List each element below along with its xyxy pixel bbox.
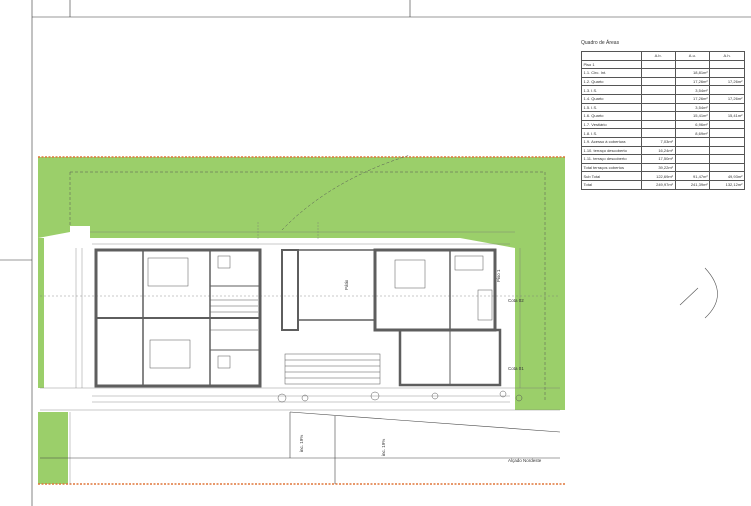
area-value-cell	[709, 59, 745, 70]
table-row: Piso 1	[581, 59, 745, 70]
table-row: 1.1. Circ. Int. 18,81m²	[581, 68, 745, 78]
table-row: Total terraços cobertos 39,22m²	[581, 162, 745, 173]
area-name-cell: 1.4. Quarto	[581, 93, 642, 104]
area-value-cell: 15,41m²	[709, 111, 745, 121]
area-table-header-cell: A.u.	[674, 51, 711, 61]
area-name-cell: 1.11. terraço descoberto	[581, 154, 642, 164]
table-row: Total 249,97m² 241,39m² 132,12m²	[581, 179, 745, 190]
area-name-cell: 1.3. I.S.	[581, 85, 642, 95]
area-value-cell: 39,22m²	[640, 162, 676, 173]
level-label-cota-02: Cota 02	[508, 298, 524, 303]
table-row: 1.5. I.S. 3,54m²	[581, 102, 745, 113]
ramp-label-2: inc. 19%	[381, 439, 386, 456]
area-value-cell	[640, 59, 676, 70]
area-value-cell: 3,54m²	[674, 85, 711, 95]
table-row: 1.6. Quarto 15,41m² 15,41m²	[581, 111, 745, 121]
area-value-cell	[709, 85, 745, 95]
area-table: Quadro de Áreas A.b. A.u. A.h. Piso 1 1.1. …	[581, 40, 745, 190]
area-value-cell	[709, 68, 745, 78]
area-value-cell: 17,26m²	[709, 93, 745, 104]
area-value-cell	[674, 162, 711, 173]
building-walls	[94, 248, 502, 388]
area-name-cell: Piso 1	[581, 59, 642, 70]
area-name-cell: Total	[581, 179, 642, 190]
area-value-cell: 132,12m²	[709, 179, 745, 190]
table-row: 1.4. Quarto 17,26m² 17,26m²	[581, 93, 745, 104]
area-table-header-cell: A.b.	[640, 51, 676, 61]
area-value-cell	[709, 145, 745, 156]
level-label-cota-01: Cota 01	[508, 366, 524, 371]
area-value-cell	[640, 76, 676, 87]
table-row: 1.3. I.S. 3,54m²	[581, 85, 745, 95]
area-value-cell	[709, 119, 745, 130]
area-table-title: Quadro de Áreas	[581, 40, 620, 46]
table-row: 1.9. Acesso à cobertura 7,03m²	[581, 136, 745, 147]
area-value-cell: 15,41m²	[674, 111, 711, 121]
area-value-cell	[709, 128, 745, 138]
area-value-cell: 16,24m²	[640, 145, 676, 156]
north-arrow-icon	[679, 267, 718, 319]
area-value-cell: 122,69m²	[640, 171, 676, 181]
table-row: 1.11. terraço descoberto 17,50m²	[581, 154, 745, 164]
area-value-cell	[709, 102, 745, 113]
area-value-cell: 3,54m²	[674, 102, 711, 113]
area-value-cell	[674, 145, 711, 156]
area-name-cell: 1.8. I.S.	[581, 128, 642, 138]
area-value-cell: 241,39m²	[674, 179, 711, 190]
floor-label: Piso 1	[496, 269, 501, 282]
area-value-cell: 8,69m²	[674, 128, 711, 138]
area-value-cell: 17,26m²	[674, 93, 711, 104]
area-name-cell: 1.1. Circ. Int.	[581, 68, 642, 78]
ramp-label-1: inc. 19%	[299, 435, 304, 452]
area-value-cell	[709, 136, 745, 147]
area-value-cell	[674, 59, 711, 70]
area-value-cell	[640, 111, 676, 121]
table-row: 1.7. Vestiário 6,96m²	[581, 119, 745, 130]
area-value-cell: 17,26m²	[674, 76, 711, 87]
elevation-label: Alçado Nordeste	[508, 458, 542, 463]
area-value-cell	[640, 119, 676, 130]
patio-label: Pátio	[344, 279, 349, 290]
area-table-header-cell: A.h.	[709, 51, 745, 61]
table-row: 1.2. Quarto 17,26m² 17,26m²	[581, 76, 745, 87]
area-table-header-cell	[581, 51, 642, 61]
table-row: 1.10. terraço descoberto 16,24m²	[581, 145, 745, 156]
area-value-cell: 18,81m²	[674, 68, 711, 78]
area-value-cell: 49,93m²	[709, 171, 745, 181]
area-name-cell: 1.7. Vestiário	[581, 119, 642, 130]
area-value-cell	[709, 162, 745, 173]
table-row: 1.8. I.S. 8,69m²	[581, 128, 745, 138]
stairs	[210, 299, 381, 385]
area-value-cell: 17,50m²	[640, 154, 676, 164]
area-value-cell	[640, 102, 676, 113]
area-name-cell: Sub Total	[581, 171, 642, 181]
area-value-cell: 17,26m²	[709, 76, 745, 87]
area-name-cell: 1.9. Acesso à cobertura	[581, 136, 642, 147]
area-table-grid: A.b. A.u. A.h. Piso 1 1.1. Circ. Int. 18,81m…	[581, 51, 745, 190]
area-value-cell: 7,03m²	[640, 136, 676, 147]
area-value-cell	[640, 93, 676, 104]
area-value-cell: 6,96m²	[674, 119, 711, 130]
area-value-cell	[640, 128, 676, 138]
area-value-cell	[640, 68, 676, 78]
area-name-cell: Total terraços cobertos	[581, 162, 642, 173]
area-value-cell	[674, 136, 711, 147]
area-value-cell	[640, 85, 676, 95]
area-value-cell: 91,47m²	[674, 171, 711, 181]
area-name-cell: 1.5. I.S.	[581, 102, 642, 113]
area-name-cell: 1.6. Quarto	[581, 111, 642, 121]
area-name-cell: 1.2. Quarto	[581, 76, 642, 87]
area-name-cell: 1.10. terraço descoberto	[581, 145, 642, 156]
table-row: Sub Total 122,69m² 91,47m² 49,93m²	[581, 171, 745, 181]
area-value-cell: 249,97m²	[640, 179, 676, 190]
area-value-cell	[674, 154, 711, 164]
area-value-cell	[709, 154, 745, 164]
